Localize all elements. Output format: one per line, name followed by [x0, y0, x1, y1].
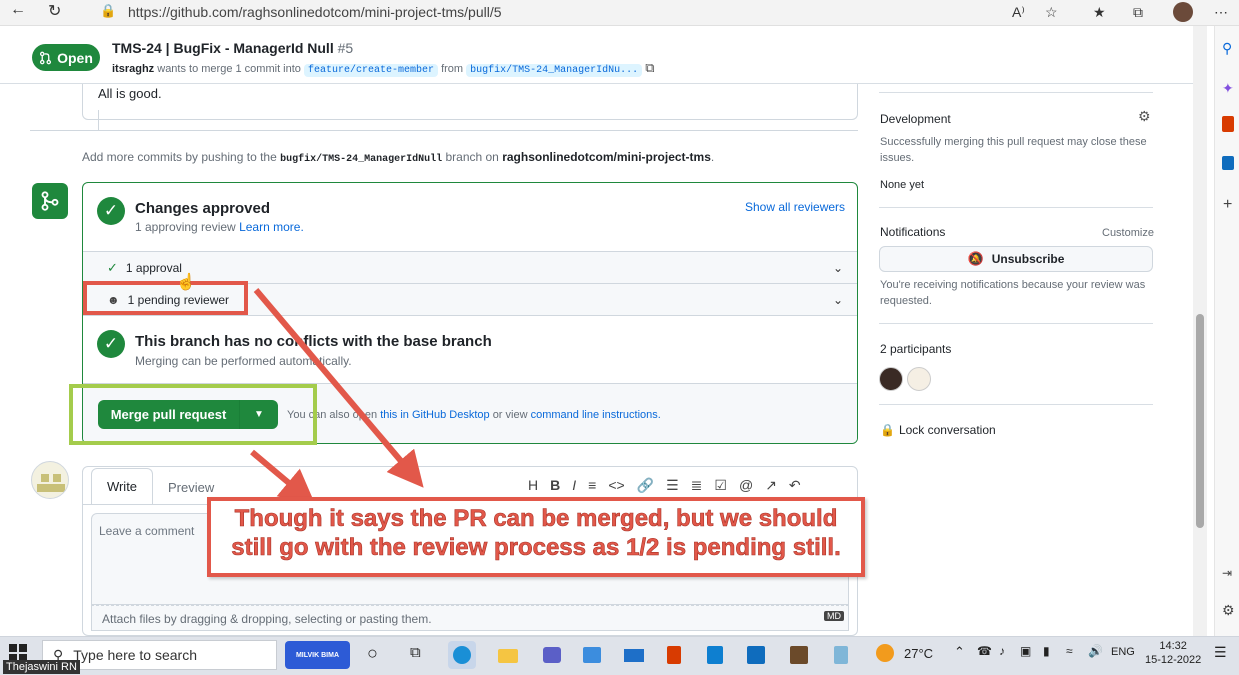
chevron-up-icon[interactable]: ⌃ — [954, 644, 965, 660]
cortana-icon[interactable]: ○ — [367, 643, 378, 664]
store-icon[interactable] — [578, 641, 606, 669]
milvik-bima-label: MILVIK BIMA — [295, 651, 340, 659]
volume-icon[interactable]: 🔊 — [1088, 644, 1103, 658]
microphone-icon[interactable]: ♪ — [999, 644, 1005, 658]
mail-icon[interactable] — [620, 641, 648, 669]
battery-icon[interactable]: ▮ — [1043, 644, 1050, 658]
input-language[interactable]: ENG — [1111, 646, 1135, 658]
taskbar-search-placeholder: Type here to search — [73, 647, 198, 663]
app-icon[interactable] — [785, 641, 813, 669]
recorder-user-label: Thejaswini RN — [3, 660, 80, 674]
edge-taskbar-icon[interactable] — [448, 641, 476, 669]
weather-sun-icon[interactable] — [876, 644, 894, 662]
office-taskbar-icon[interactable] — [660, 641, 688, 669]
teams-icon[interactable] — [538, 641, 566, 669]
outlook-taskbar-icon[interactable] — [742, 641, 770, 669]
meet-now-icon[interactable]: ☎ — [977, 644, 992, 658]
clock-time: 14:32 — [1159, 640, 1187, 652]
clock-date: 15-12-2022 — [1145, 654, 1202, 666]
arrow-to-callout — [253, 288, 424, 488]
hand-cursor-icon: ☝ — [176, 274, 196, 291]
capture-icon[interactable]: ▣ — [1020, 644, 1031, 658]
vscode-icon[interactable] — [701, 641, 729, 669]
task-view-icon[interactable]: ⧉ — [410, 644, 421, 661]
taskbar-clock[interactable]: 14:32 15-12-2022 — [1145, 639, 1201, 667]
notification-center-icon[interactable]: ☰ — [1214, 644, 1227, 661]
notepad-icon[interactable] — [827, 641, 855, 669]
milvik-bima-app[interactable]: MILVIK BIMA — [285, 641, 350, 669]
wifi-icon[interactable]: ≈ — [1066, 644, 1073, 658]
annotation-callout-text: Though it says the PR can be merged, but… — [231, 505, 841, 562]
file-explorer-icon[interactable] — [494, 641, 522, 669]
arrow-to-callout — [250, 449, 316, 506]
weather-temperature[interactable]: 27°C — [904, 646, 933, 661]
